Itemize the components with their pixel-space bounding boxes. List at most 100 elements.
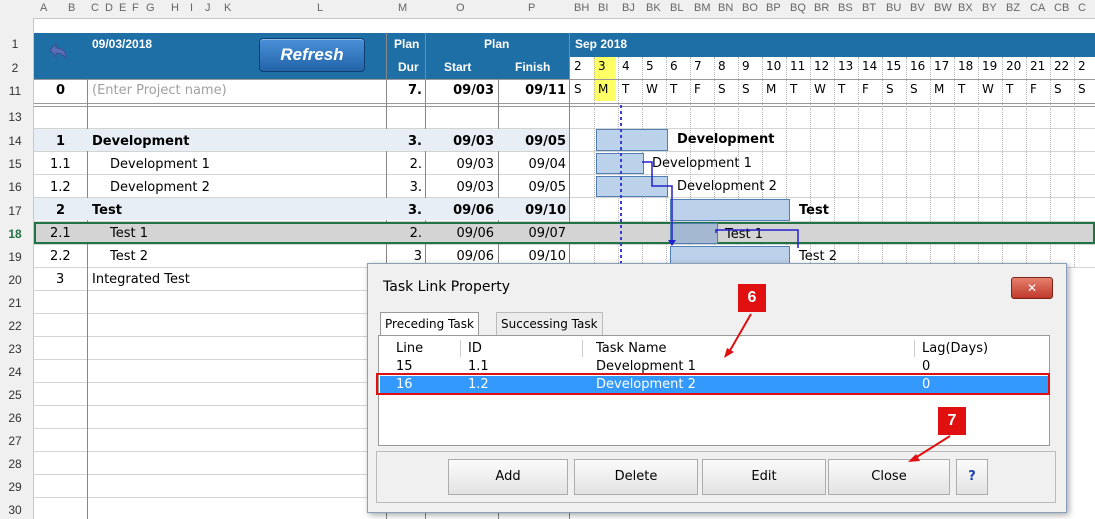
link-row-lag[interactable]: 0 [922, 359, 930, 374]
col-M[interactable]: M [398, 2, 407, 14]
col-CB[interactable]: CB [1054, 2, 1069, 14]
task-dur[interactable]: 3. [388, 180, 422, 195]
row-number[interactable]: 25 [0, 388, 30, 402]
col-A[interactable]: A [40, 2, 47, 14]
task-id[interactable]: 2.1 [50, 226, 71, 241]
task-id[interactable]: 1 [56, 134, 65, 149]
col-BZ[interactable]: BZ [1006, 2, 1020, 14]
col-BR[interactable]: BR [814, 2, 829, 14]
row-number[interactable]: 22 [0, 319, 30, 333]
col-K[interactable]: K [224, 2, 231, 14]
link-row-lag[interactable]: 0 [922, 377, 930, 392]
row-number[interactable]: 29 [0, 480, 30, 494]
row-number-selected[interactable]: 18 [0, 227, 30, 241]
close-button[interactable]: Close [828, 459, 950, 495]
task-finish[interactable]: 09/10 [500, 203, 566, 218]
col-BV[interactable]: BV [910, 2, 925, 14]
col-O[interactable]: O [456, 2, 465, 14]
col-J[interactable]: J [205, 2, 211, 14]
task-finish[interactable]: 09/07 [500, 226, 566, 241]
list-header-id[interactable]: ID [468, 341, 482, 356]
col-B[interactable]: B [68, 2, 75, 14]
col-H[interactable]: H [171, 2, 179, 14]
col-E[interactable]: E [119, 2, 126, 14]
undo-icon[interactable] [46, 40, 70, 64]
col-D[interactable]: D [105, 2, 113, 14]
task-dur[interactable]: 2. [388, 157, 422, 172]
link-row-line[interactable]: 16 [396, 377, 413, 392]
col-BU[interactable]: BU [886, 2, 901, 14]
task-dur[interactable]: 2. [388, 226, 422, 241]
task-name[interactable]: Test [92, 203, 122, 218]
task-name[interactable]: Development 1 [110, 157, 210, 172]
task-id[interactable]: 3 [56, 272, 64, 287]
row-number[interactable]: 19 [0, 250, 30, 264]
row-number[interactable]: 20 [0, 273, 30, 287]
col-F[interactable]: F [132, 2, 139, 14]
task-finish[interactable]: 09/10 [500, 249, 566, 264]
row-number[interactable]: 13 [0, 110, 30, 124]
col-BT[interactable]: BT [862, 2, 876, 14]
row-number[interactable]: 15 [0, 157, 30, 171]
row-number[interactable]: 1 [0, 37, 30, 51]
col-BS[interactable]: BS [838, 2, 853, 14]
add-button[interactable]: Add [448, 459, 568, 495]
task-start[interactable]: 09/06 [428, 249, 494, 264]
task-name[interactable]: Integrated Test [92, 272, 190, 287]
project-name-input[interactable]: (Enter Project name) [92, 83, 227, 98]
help-button[interactable]: ? [956, 459, 988, 495]
project-finish[interactable]: 09/11 [500, 83, 566, 98]
task-finish[interactable]: 09/04 [500, 157, 566, 172]
row-number[interactable]: 24 [0, 365, 30, 379]
col-I[interactable]: I [190, 2, 193, 14]
task-start[interactable]: 09/06 [428, 226, 494, 241]
col-BQ[interactable]: BQ [790, 2, 806, 14]
row-number[interactable]: 30 [0, 503, 30, 517]
task-name[interactable]: Development 2 [110, 180, 210, 195]
col-P[interactable]: P [528, 2, 535, 14]
project-id[interactable]: 0 [56, 83, 65, 98]
edit-button[interactable]: Edit [702, 459, 826, 495]
task-start[interactable]: 09/03 [428, 180, 494, 195]
tab-preceding-task[interactable]: Preceding Task [380, 312, 479, 335]
col-L[interactable]: L [317, 2, 323, 14]
row-number[interactable]: 27 [0, 434, 30, 448]
task-id[interactable]: 1.2 [50, 180, 71, 195]
row-number[interactable]: 23 [0, 342, 30, 356]
col-BW[interactable]: BW [934, 2, 952, 14]
task-id[interactable]: 1.1 [50, 157, 71, 172]
col-CA[interactable]: CA [1030, 2, 1045, 14]
link-row-id[interactable]: 1.2 [468, 377, 489, 392]
task-dur[interactable]: 3. [388, 203, 422, 218]
delete-button[interactable]: Delete [574, 459, 698, 495]
col-BO[interactable]: BO [742, 2, 758, 14]
link-row-name[interactable]: Development 2 [596, 377, 696, 392]
col-BX[interactable]: BX [958, 2, 973, 14]
task-dur[interactable]: 3. [388, 134, 422, 149]
task-name[interactable]: Development [92, 134, 189, 149]
row-number[interactable]: 14 [0, 134, 30, 148]
dialog-close-x[interactable]: ✕ [1011, 277, 1053, 299]
task-dur[interactable]: 3 [388, 249, 422, 264]
col-BL[interactable]: BL [670, 2, 683, 14]
row-number[interactable]: 2 [0, 61, 30, 75]
refresh-button[interactable]: Refresh [259, 38, 365, 72]
task-name[interactable]: Test 2 [110, 249, 148, 264]
row-number[interactable]: 28 [0, 457, 30, 471]
task-start[interactable]: 09/06 [428, 203, 494, 218]
task-finish[interactable]: 09/05 [500, 180, 566, 195]
link-row-id[interactable]: 1.1 [468, 359, 489, 374]
col-CC[interactable]: C [1078, 2, 1086, 14]
row-number[interactable]: 17 [0, 204, 30, 218]
task-start[interactable]: 09/03 [428, 157, 494, 172]
link-row-line[interactable]: 15 [396, 359, 413, 374]
col-C[interactable]: C [91, 2, 99, 14]
col-BH[interactable]: BH [574, 2, 589, 14]
list-header-line[interactable]: Line [396, 341, 423, 356]
col-BY[interactable]: BY [982, 2, 997, 14]
row-number[interactable]: 11 [0, 84, 30, 98]
col-BP[interactable]: BP [766, 2, 781, 14]
col-BK[interactable]: BK [646, 2, 661, 14]
project-dur[interactable]: 7. [388, 83, 422, 98]
task-id[interactable]: 2.2 [50, 249, 71, 264]
